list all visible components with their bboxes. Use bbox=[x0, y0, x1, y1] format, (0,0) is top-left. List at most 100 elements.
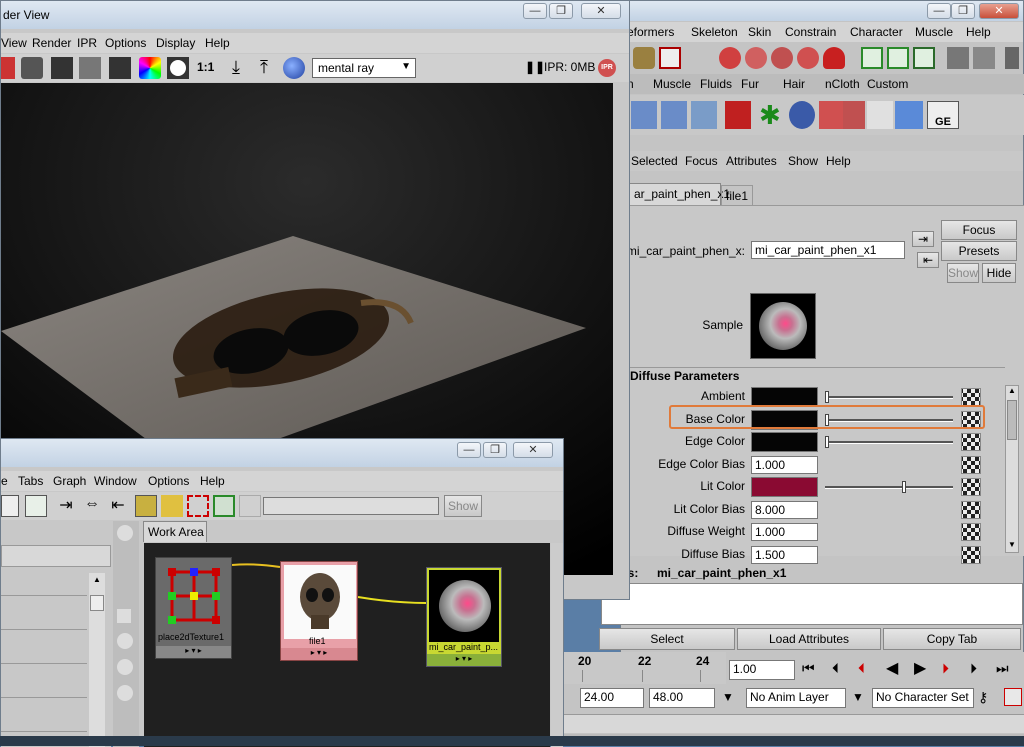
play-backward-icon[interactable]: ◀ bbox=[886, 658, 898, 678]
output-connection-button[interactable]: ⇤ bbox=[917, 252, 939, 268]
menu-skeleton[interactable]: Skeleton bbox=[691, 25, 738, 39]
play-forward-icon[interactable]: ▶ bbox=[914, 658, 926, 678]
minimize-button[interactable]: — bbox=[927, 3, 951, 19]
maximize-button[interactable]: ❐ bbox=[483, 442, 507, 458]
shelf-tab-muscle[interactable]: Muscle bbox=[653, 77, 691, 91]
map-texture-button[interactable] bbox=[961, 388, 981, 406]
render-region-icon[interactable] bbox=[1, 57, 15, 79]
menu-skin[interactable]: Skin bbox=[748, 25, 771, 39]
side-tool-1-icon[interactable] bbox=[117, 525, 133, 541]
node-place2dtexture1[interactable]: place2dTexture1 ▸ ▾ ▸ bbox=[155, 557, 232, 659]
attr-slider[interactable] bbox=[825, 396, 953, 399]
graph-input-icon[interactable]: ⇥ bbox=[55, 495, 77, 517]
anim-prefs-icon[interactable] bbox=[1004, 688, 1022, 706]
graph-output-icon[interactable]: ⇤ bbox=[107, 495, 129, 517]
map-texture-button[interactable] bbox=[961, 433, 981, 451]
shelf-tab-fluids[interactable]: Fluids bbox=[700, 77, 732, 91]
shelf-tab-hair[interactable]: Hair bbox=[783, 77, 805, 91]
go-to-start-icon[interactable]: ⏮ bbox=[802, 660, 815, 677]
hypershade-search-field[interactable] bbox=[263, 497, 439, 515]
snap-view-icon[interactable] bbox=[797, 47, 819, 69]
node-port-bar[interactable]: ▸ ▾ ▸ bbox=[156, 646, 231, 658]
hypershade-show-button[interactable]: Show bbox=[444, 495, 482, 517]
menu-character[interactable]: Character bbox=[850, 25, 903, 39]
rearrange-graph-icon[interactable] bbox=[135, 495, 157, 517]
snap-grid-icon[interactable] bbox=[719, 47, 741, 69]
side-tool-2-icon[interactable] bbox=[117, 609, 131, 623]
work-area-canvas[interactable]: place2dTexture1 ▸ ▾ ▸ file1 ▸ ▾ ▸ mi_car… bbox=[144, 543, 550, 747]
side-tool-4-icon[interactable] bbox=[117, 659, 133, 675]
muscle-wheel-icon[interactable] bbox=[789, 101, 815, 129]
graph-materials-icon[interactable] bbox=[213, 495, 235, 517]
diffuse-section-title[interactable]: Diffuse Parameters bbox=[630, 369, 739, 383]
menu-deformers[interactable]: eformers bbox=[627, 25, 674, 39]
muscle-figure-3-icon[interactable] bbox=[691, 101, 717, 129]
input-ops-icon[interactable] bbox=[861, 47, 883, 69]
snapshot-icon[interactable] bbox=[21, 57, 43, 79]
rgb-channels-icon[interactable] bbox=[139, 57, 161, 79]
map-texture-button[interactable] bbox=[961, 478, 981, 496]
current-frame-field[interactable]: 1.00 bbox=[729, 660, 795, 680]
hs-left-scrollbar[interactable]: ▲ bbox=[89, 573, 105, 747]
hs-menu-graph[interactable]: Graph bbox=[53, 474, 86, 488]
shelf-tab-custom[interactable]: Custom bbox=[867, 77, 908, 91]
minimize-button[interactable]: — bbox=[523, 3, 547, 19]
muscle-figure-icon[interactable] bbox=[631, 101, 657, 129]
render-frame-icon[interactable] bbox=[947, 47, 969, 69]
map-texture-button[interactable] bbox=[961, 523, 981, 541]
pause-icon[interactable]: ❚❚ bbox=[525, 60, 545, 74]
construction-history-icon[interactable] bbox=[913, 47, 935, 69]
ae-scrollbar[interactable]: ▲ ▼ bbox=[1005, 385, 1019, 553]
alpha-channel-icon[interactable] bbox=[167, 57, 189, 79]
renderer-select[interactable]: mental ray ▼ bbox=[312, 58, 416, 78]
maximize-button[interactable]: ❐ bbox=[549, 3, 573, 19]
remove-selected-icon[interactable] bbox=[187, 495, 209, 517]
scroll-up-icon[interactable]: ▲ bbox=[93, 575, 101, 584]
attr-value-field[interactable]: 1.000 bbox=[751, 455, 818, 474]
rv-menu-help[interactable]: Help bbox=[205, 36, 230, 50]
work-area-scrollbar[interactable] bbox=[551, 543, 563, 747]
rv-menu-display[interactable]: Display bbox=[156, 36, 195, 50]
attr-color-swatch[interactable] bbox=[751, 432, 818, 452]
ae-menu-focus[interactable]: Focus bbox=[685, 154, 718, 168]
notes-field[interactable] bbox=[601, 583, 1023, 625]
ae-menu-show[interactable]: Show bbox=[788, 154, 818, 168]
focus-button[interactable]: Focus bbox=[941, 220, 1017, 240]
ae-menu-selected[interactable]: Selected bbox=[631, 154, 678, 168]
command-line[interactable] bbox=[562, 714, 1024, 733]
attr-slider-knob[interactable] bbox=[901, 481, 906, 493]
shelf-tab-ncloth[interactable]: nCloth bbox=[825, 77, 860, 91]
rv-menu-ipr[interactable]: IPR bbox=[77, 36, 97, 50]
show-button[interactable]: Show bbox=[947, 263, 979, 283]
node-file1[interactable]: file1 ▸ ▾ ▸ bbox=[280, 561, 358, 661]
real-size-button[interactable]: 1:1 bbox=[197, 60, 214, 74]
snap-curve-icon[interactable] bbox=[745, 47, 767, 69]
scroll-down-icon[interactable]: ▼ bbox=[1006, 540, 1018, 552]
node-port-bar[interactable]: ▸ ▾ ▸ bbox=[427, 654, 501, 666]
scroll-thumb[interactable] bbox=[90, 595, 104, 611]
menu-help[interactable]: Help bbox=[966, 25, 991, 39]
node-mi-car-paint[interactable]: mi_car_paint_p... ▸ ▾ ▸ bbox=[426, 567, 502, 667]
hs-menu-tabs[interactable]: Tabs bbox=[18, 474, 43, 488]
menu-muscle[interactable]: Muscle bbox=[915, 25, 953, 39]
shelf-tab-fur[interactable]: Fur bbox=[741, 77, 759, 91]
hide-button[interactable]: Hide bbox=[982, 263, 1016, 283]
character-set-field[interactable]: No Character Set bbox=[872, 688, 974, 708]
select-hierarchy-icon[interactable] bbox=[659, 47, 681, 69]
side-tool-5-icon[interactable] bbox=[117, 685, 133, 701]
render-sequence-icon[interactable] bbox=[51, 57, 73, 79]
lock-icon[interactable] bbox=[633, 47, 655, 69]
node-port-bar[interactable]: ▸ ▾ ▸ bbox=[281, 648, 357, 660]
trash-icon[interactable] bbox=[1005, 47, 1019, 69]
attr-value-field[interactable]: 1.500 bbox=[751, 545, 818, 564]
close-button[interactable]: ✕ bbox=[513, 442, 553, 458]
graph-in-out-icon[interactable]: ⇔ bbox=[81, 495, 103, 517]
attr-slider-knob[interactable] bbox=[825, 436, 829, 448]
rv-menu-options[interactable]: Options bbox=[105, 36, 146, 50]
refresh-icon[interactable] bbox=[109, 57, 131, 79]
ae-tab-active[interactable]: ar_paint_phen_x1 bbox=[627, 183, 730, 206]
anim-layer-menu-icon[interactable]: ▼ bbox=[852, 690, 864, 704]
range-start-field[interactable]: 24.00 bbox=[580, 688, 644, 708]
step-forward-key-icon[interactable]: ⏵ bbox=[942, 660, 949, 677]
range-menu-icon[interactable]: ▼ bbox=[722, 690, 734, 704]
